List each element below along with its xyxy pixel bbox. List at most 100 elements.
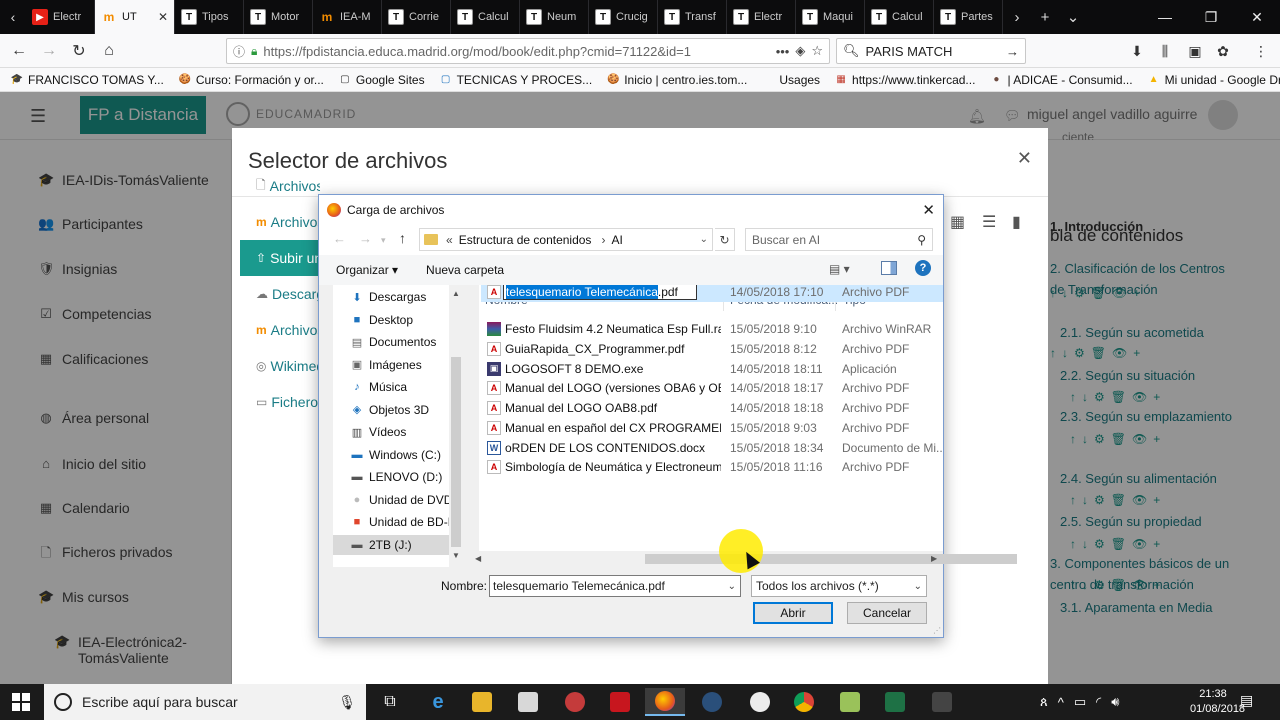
filename-input[interactable]: telesquemario Telemecánica.pdf ⌄ [489,575,741,597]
nav-pane-item[interactable]: ♪ Música [349,377,407,397]
rename-extension-text[interactable]: .pdf [658,285,678,299]
search-bar-text[interactable]: PARIS MATCH [866,44,1006,59]
scroll-right-icon[interactable]: ▶ [931,554,937,563]
nav-pane-item[interactable]: ▬ LENOVO (D:) [349,467,443,487]
volume-icon[interactable]: 🔊︎ [1111,694,1119,710]
scroll-up-icon[interactable]: ▲ [452,289,460,298]
app-icon[interactable] [740,688,780,716]
file-type-select-value[interactable]: Todos los archivos (*.*) [756,579,879,593]
view-list-icon[interactable]: ☰ [982,212,996,232]
library-icon[interactable]: ⫼ [1152,38,1178,64]
address-bar[interactable]: « Estructura de contenidos › AI ⌄ [419,228,713,251]
maximize-icon[interactable]: ❐ [1188,0,1234,34]
search-go-icon[interactable]: → [1006,44,1019,59]
browser-tab[interactable]: T Motor [244,0,313,34]
app-icon[interactable] [922,688,962,716]
bookmark-item[interactable]: 🍪 Inicio | centro.ies.tom... [606,73,747,87]
firefox-taskbar-icon[interactable] [645,688,685,716]
file-row[interactable]: A Manual en español del CX PROGRAMER. 15/0… [481,418,943,438]
resize-grip-icon[interactable]: ⋰ [933,626,941,635]
nav-pane-item[interactable]: ▣ Imágenes [349,355,422,375]
tab-scroll-left-icon[interactable]: ‹ [0,0,26,34]
bookmark-item[interactable]: 🎓 FRANCISCO TOMAS Y... [10,73,164,87]
browser-tab[interactable]: T Neum [520,0,589,34]
tab-scroll-right-icon[interactable]: › [1003,9,1031,26]
new-folder-button[interactable]: Nueva carpeta [426,263,504,277]
close-tab-icon[interactable]: ✕ [158,10,168,24]
scrollbar-thumb[interactable] [451,357,461,547]
file-type-select[interactable]: Todos los archivos (*.*) ⌄ [751,575,927,597]
sidebar-icon[interactable]: ▣ [1182,38,1208,64]
people-icon[interactable]: ጰ [1040,694,1048,710]
taskbar-clock[interactable]: 21:38 01/08/2018 [1190,687,1245,717]
taskbar-search[interactable]: Escribe aquí para buscar 🎙︎ [44,684,366,720]
repository-item[interactable]: 🗋Archivos recientes [240,168,320,204]
search-bar[interactable]: 🔍︎ PARIS MATCH → [836,38,1026,64]
tab-list-icon[interactable]: ⌄ [1059,8,1087,26]
app-icon[interactable] [555,688,595,716]
organize-button[interactable]: Organizar ▾ [336,263,398,277]
up-folder-icon[interactable]: ↑ [399,230,406,246]
change-view-icon[interactable]: ▤ ▾ [829,262,850,276]
bookmark-star-icon[interactable]: ☆ [811,43,823,59]
pocket-icon[interactable]: ◈ [795,43,805,59]
bookmark-item[interactable]: 🍪 Curso: Formación y or... [178,73,324,87]
forward-icon[interactable]: → [34,36,64,66]
scroll-down-icon[interactable]: ▼ [452,551,460,560]
browser-tab[interactable]: T Transf [658,0,727,34]
browser-tab[interactable]: T Corrie [382,0,451,34]
chevron-down-icon[interactable]: ⌄ [914,581,922,592]
navigation-pane-scrollbar[interactable]: ▲ ▼ [449,285,463,567]
extension-icon[interactable]: ✿ [1210,38,1236,64]
page-actions-icon[interactable]: ••• [776,44,790,59]
repository-item[interactable]: mArchivos del curso [240,312,320,348]
rename-input[interactable]: telesquemario Telemecánica .pdf [503,285,697,300]
dialog-back-icon[interactable]: ← [333,231,346,246]
rename-selected-text[interactable]: telesquemario Telemecánica [506,285,658,299]
preview-pane-icon[interactable] [881,261,897,275]
back-icon[interactable]: ← [4,36,34,66]
browser-tab[interactable]: T Electr [727,0,796,34]
chevron-down-icon[interactable]: ⌄ [728,581,736,592]
info-icon[interactable]: ⓘ [233,43,245,60]
bookmark-item[interactable]: ▦ https://www.tinkercad... [834,73,975,87]
app-icon[interactable] [830,688,870,716]
url-bar[interactable]: ⓘ 🔒︎ https://fpdistancia.educa.madrid.or… [226,38,830,64]
browser-tab[interactable]: ▶ Electr [26,0,95,34]
repository-item[interactable]: ◎Wikimedia [240,348,320,384]
cancel-button[interactable]: Cancelar [847,602,927,624]
file-row[interactable]: Festo Fluidsim 4.2 Neumatica Esp Full.ra… [481,319,943,339]
help-icon[interactable]: ? [915,260,931,276]
excel-icon[interactable] [875,688,915,716]
close-window-icon[interactable]: ✕ [1234,0,1280,34]
file-row-selected[interactable]: A telesquemario Telemecánica .pdf 14/05/… [481,285,943,302]
home-icon[interactable]: ⌂ [94,36,124,66]
edge-icon[interactable]: e [418,688,458,716]
browser-tab[interactable]: T Calcul [865,0,934,34]
file-row[interactable]: A GuiaRapida_CX_Programmer.pdf 15/05/2018 … [481,339,943,359]
nav-pane-item[interactable]: ▬ 2TB (J:) [333,534,463,555]
file-row[interactable]: A Manual del LOGO OAB8.pdf 14/05/2018 18:1… [481,398,943,418]
tray-arrow-icon[interactable]: ^ [1058,695,1064,710]
browser-tab[interactable]: T Calcul [451,0,520,34]
microphone-icon[interactable]: 🎙︎ [338,694,356,711]
scrollbar-thumb[interactable] [645,554,1017,564]
refresh-icon[interactable]: ↻ [715,228,735,251]
breadcrumb-item[interactable]: Estructura de contenidos [459,233,592,247]
open-button[interactable]: Abrir [753,602,833,624]
chrome-icon[interactable] [784,688,824,716]
bookmark-item[interactable]: ● | ADICAE - Consumid... [989,73,1132,87]
downloads-icon[interactable]: ⬇ [1124,38,1150,64]
recent-locations-icon[interactable]: ▾ [381,235,386,246]
breadcrumb-overflow[interactable]: « [446,233,453,247]
nav-pane-item[interactable]: ⬇ Descargas [349,287,426,307]
menu-icon[interactable]: ⋮ [1248,38,1274,64]
app-icon[interactable] [600,688,640,716]
file-picker-close-icon[interactable]: ✕ [1017,148,1032,169]
view-icons-icon[interactable]: ▦ [950,212,965,232]
dialog-close-icon[interactable]: ✕ [922,201,935,219]
nav-pane-item[interactable]: ▬ Windows (C:) [349,445,442,465]
bookmark-item[interactable]: ▲ Mi unidad - Google Dr... [1147,73,1280,87]
file-row[interactable]: WoRDEN DE LOS CONTENIDOS.docx 15/05/2018 … [481,438,943,458]
notifications-icon[interactable]: ▤ [1240,692,1253,709]
